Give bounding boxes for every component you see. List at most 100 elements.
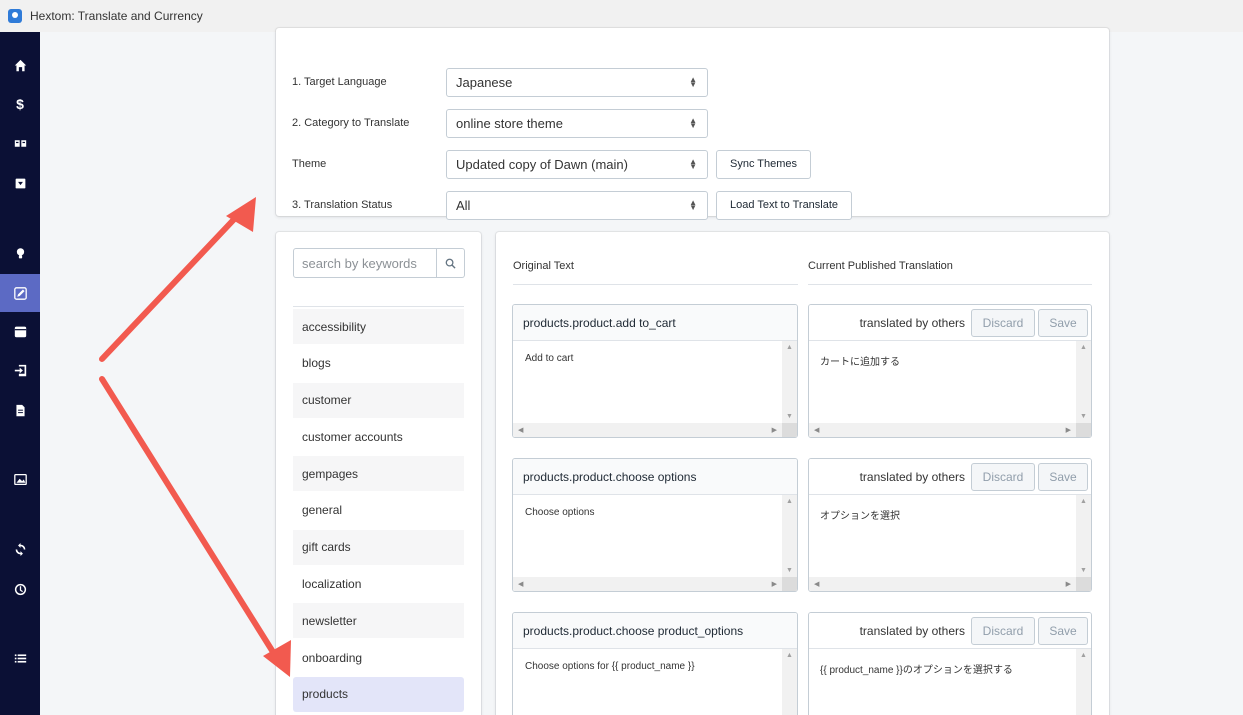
- app-icon: [8, 9, 22, 23]
- translation-box: translated by others Discard Save カートに追加…: [808, 304, 1092, 438]
- original-text: Choose options for {{ product_name }}: [525, 661, 695, 672]
- vertical-scrollbar[interactable]: ▲▼: [1076, 495, 1091, 577]
- discard-button[interactable]: Discard: [971, 308, 1035, 337]
- image-icon[interactable]: [0, 460, 40, 498]
- discard-button[interactable]: Discard: [971, 462, 1035, 491]
- dollar-icon[interactable]: $: [0, 85, 40, 123]
- category-list: accessibility blogs customer customer ac…: [293, 309, 464, 714]
- target-language-select[interactable]: Japanese ▲ ▼: [446, 67, 708, 97]
- translation-textarea[interactable]: オプションを選択 ▲ ▼ ◀ ▶: [809, 495, 1091, 591]
- edit-icon[interactable]: [0, 274, 40, 312]
- category-divider: [293, 306, 464, 307]
- translation-box: translated by others Discard Save オプションを…: [808, 458, 1092, 592]
- save-button[interactable]: Save: [1038, 616, 1088, 645]
- horizontal-scrollbar[interactable]: ◀ ▶: [809, 577, 1091, 591]
- sync-icon[interactable]: [0, 530, 40, 568]
- category-item[interactable]: localization: [293, 566, 464, 602]
- document-icon[interactable]: [0, 391, 40, 429]
- category-item[interactable]: onboarding: [293, 640, 464, 676]
- vertical-scrollbar[interactable]: ▲▼: [782, 341, 797, 423]
- translation-text: カートに追加する: [820, 357, 900, 368]
- scroll-corner: [1076, 423, 1091, 437]
- category-item[interactable]: customer accounts: [293, 419, 464, 455]
- history-icon[interactable]: [0, 570, 40, 608]
- original-text-header: Original Text: [513, 260, 574, 272]
- select-arrows-icon: ▲ ▼: [689, 156, 697, 171]
- main-content: 1. Target Language Japanese ▲ ▼ 2. Catego…: [40, 28, 1243, 715]
- horizontal-scrollbar[interactable]: ◀ ▶: [513, 577, 797, 591]
- translation-box: translated by others Discard Save {{ pro…: [808, 612, 1092, 715]
- status-row: 3. Translation Status All ▲ ▼ Load Text t…: [292, 190, 853, 220]
- translation-card: Original Text Current Published Translat…: [496, 232, 1109, 715]
- horizontal-scrollbar[interactable]: ◀ ▶: [809, 423, 1091, 437]
- save-button[interactable]: Save: [1038, 308, 1088, 337]
- bulb-icon[interactable]: [0, 234, 40, 272]
- translation-box-header: translated by others Discard Save: [809, 305, 1091, 341]
- header-rule: [808, 284, 1092, 285]
- translation-key: products.product.add to_cart: [513, 305, 797, 341]
- header-rule: [513, 284, 798, 285]
- home-icon[interactable]: [0, 46, 40, 84]
- category-search: search by keywords: [293, 248, 465, 278]
- status-label: 3. Translation Status: [292, 199, 393, 211]
- vertical-scrollbar[interactable]: ▲▼: [782, 649, 797, 715]
- load-text-button[interactable]: Load Text to Translate: [716, 190, 853, 220]
- search-icon: [445, 258, 456, 269]
- original-box: products.product.add to_cart Add to cart…: [512, 304, 798, 438]
- discard-button[interactable]: Discard: [971, 616, 1035, 645]
- vertical-scrollbar[interactable]: ▲▼: [1076, 649, 1091, 715]
- category-select[interactable]: online store theme ▲ ▼: [446, 108, 708, 138]
- category-value: online store theme: [456, 115, 563, 131]
- select-arrows-icon: ▲ ▼: [689, 197, 697, 212]
- select-arrows-icon: ▲ ▼: [689, 74, 697, 89]
- theme-select[interactable]: Updated copy of Dawn (main) ▲ ▼: [446, 149, 708, 179]
- status-value: All: [456, 197, 471, 213]
- status-select[interactable]: All ▲ ▼: [446, 190, 708, 220]
- original-text: Choose options: [525, 507, 595, 518]
- target-language-label: 1. Target Language: [292, 76, 387, 88]
- theme-row: Theme Updated copy of Dawn (main) ▲ ▼ Syn…: [292, 149, 812, 179]
- calendar-icon[interactable]: [0, 312, 40, 350]
- translation-box-header: translated by others Discard Save: [809, 613, 1091, 649]
- category-item[interactable]: accessibility: [293, 309, 464, 344]
- original-textarea[interactable]: Choose options ▲ ▼ ◀ ▶: [513, 495, 797, 591]
- target-language-row: 1. Target Language Japanese ▲ ▼: [292, 67, 708, 97]
- translation-key: products.product.choose product_options: [513, 613, 797, 649]
- category-label: 2. Category to Translate: [292, 117, 410, 129]
- theme-label: Theme: [292, 158, 327, 170]
- category-item[interactable]: newsletter: [293, 603, 464, 639]
- vertical-scrollbar[interactable]: ▲▼: [782, 495, 797, 577]
- translation-textarea[interactable]: {{ product_name }}のオプションを選択する ▲▼: [809, 649, 1091, 715]
- search-input[interactable]: search by keywords: [293, 248, 437, 278]
- original-textarea[interactable]: Add to cart ▲ ▼ ◀ ▶: [513, 341, 797, 437]
- translation-key: products.product.choose options: [513, 459, 797, 495]
- sync-themes-button[interactable]: Sync Themes: [716, 149, 812, 179]
- dropdown-icon[interactable]: [0, 164, 40, 202]
- original-textarea[interactable]: Choose options for {{ product_name }} ▲▼: [513, 649, 797, 715]
- current-translation-header: Current Published Translation: [808, 260, 953, 272]
- list-icon[interactable]: [0, 639, 40, 677]
- search-button[interactable]: [437, 248, 465, 278]
- translation-text: {{ product_name }}のオプションを選択する: [820, 665, 1013, 676]
- language-icon[interactable]: [0, 124, 40, 162]
- window-title: Hextom: Translate and Currency: [30, 9, 203, 23]
- horizontal-scrollbar[interactable]: ◀ ▶: [513, 423, 797, 437]
- category-item[interactable]: blogs: [293, 345, 464, 381]
- translation-status: translated by others: [859, 623, 965, 638]
- category-item[interactable]: general: [293, 492, 464, 528]
- category-item-selected[interactable]: products: [293, 676, 464, 712]
- translation-box-header: translated by others Discard Save: [809, 459, 1091, 495]
- translation-status: translated by others: [859, 469, 965, 484]
- translation-textarea[interactable]: カートに追加する ▲ ▼ ◀ ▶: [809, 341, 1091, 437]
- category-item[interactable]: gempages: [293, 456, 464, 492]
- theme-value: Updated copy of Dawn (main): [456, 156, 628, 172]
- original-text: Add to cart: [525, 353, 574, 364]
- save-button[interactable]: Save: [1038, 462, 1088, 491]
- category-row: 2. Category to Translate online store th…: [292, 108, 708, 138]
- scroll-corner: [1076, 577, 1091, 591]
- target-language-value: Japanese: [456, 74, 513, 90]
- import-icon[interactable]: [0, 351, 40, 389]
- vertical-scrollbar[interactable]: ▲▼: [1076, 341, 1091, 423]
- category-item[interactable]: customer: [293, 382, 464, 418]
- category-item[interactable]: gift cards: [293, 529, 464, 565]
